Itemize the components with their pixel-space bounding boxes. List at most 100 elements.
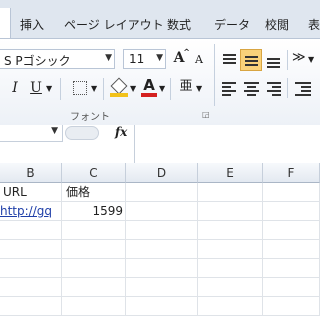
- chevron-down-icon[interactable]: ▼: [196, 84, 202, 93]
- cell-b2[interactable]: http://gq: [0, 202, 62, 221]
- chevron-down-icon[interactable]: ▼: [46, 84, 52, 93]
- dialog-launcher-icon[interactable]: ◲: [202, 110, 210, 119]
- phonetic-label: 亜: [179, 79, 193, 94]
- formula-controls: fx: [65, 125, 135, 142]
- fill-color-button[interactable]: [110, 77, 128, 98]
- cell-c2[interactable]: 1599: [62, 202, 126, 221]
- tab-view[interactable]: 表示: [308, 16, 320, 33]
- cell-e6[interactable]: [198, 278, 263, 297]
- insert-function-icon[interactable]: fx: [115, 125, 127, 139]
- cell-f5[interactable]: [263, 259, 320, 278]
- align-bottom-button[interactable]: [264, 50, 284, 70]
- font-color-button[interactable]: A: [141, 76, 157, 98]
- phonetic-guide-button[interactable]: 亜: [178, 77, 194, 99]
- cell-e3[interactable]: [198, 221, 263, 240]
- formula-input[interactable]: [134, 125, 320, 163]
- chevron-down-icon: ▼: [51, 126, 58, 136]
- paint-bucket-icon: [110, 77, 128, 95]
- italic-label: I: [12, 80, 18, 96]
- cell-d4[interactable]: [126, 240, 198, 259]
- font-group-label: フォント: [70, 112, 110, 123]
- cell-d2[interactable]: [126, 202, 198, 221]
- shrink-font-button[interactable]: A: [192, 50, 206, 70]
- chevron-down-icon: ▼: [105, 53, 112, 63]
- tab-review[interactable]: 校閲: [265, 16, 289, 33]
- font-size-dropdown[interactable]: 11 ▼: [123, 49, 166, 69]
- cell-b6[interactable]: [0, 278, 62, 297]
- cell-b1[interactable]: URL: [0, 183, 62, 202]
- chevron-down-icon[interactable]: ▼: [130, 84, 136, 93]
- worksheet-grid: B C D E F URL 価格 http://gq 1599: [0, 163, 320, 320]
- underline-button[interactable]: U: [28, 78, 44, 98]
- column-header-e[interactable]: E: [198, 163, 263, 183]
- align-center-button[interactable]: [242, 78, 262, 98]
- formula-splitter[interactable]: [65, 126, 99, 140]
- chevron-down-icon[interactable]: ▼: [91, 84, 97, 93]
- text-orientation-icon[interactable]: ≫: [292, 50, 306, 65]
- font-size-value: 11: [129, 52, 145, 66]
- cell-f7[interactable]: [263, 297, 320, 316]
- cell-f2[interactable]: [263, 202, 320, 221]
- cell-d5[interactable]: [126, 259, 198, 278]
- cell-f1[interactable]: [263, 183, 320, 202]
- font-color-letter: A: [143, 76, 155, 94]
- underline-label: U: [30, 80, 42, 96]
- chevron-down-icon: ▼: [156, 53, 163, 63]
- shrink-font-label: A: [195, 53, 203, 66]
- align-left-button[interactable]: [220, 78, 240, 98]
- cell-c7[interactable]: [62, 297, 126, 316]
- tab-home[interactable]: [0, 8, 11, 38]
- align-right-button[interactable]: [264, 78, 284, 98]
- column-header-b[interactable]: B: [0, 163, 62, 183]
- grow-font-button[interactable]: A ^: [170, 47, 190, 70]
- cell-c6[interactable]: [62, 278, 126, 297]
- chevron-down-icon[interactable]: ▼: [308, 55, 314, 64]
- tab-insert[interactable]: 挿入: [20, 16, 44, 33]
- cell-d7[interactable]: [126, 297, 198, 316]
- tab-page-layout[interactable]: ページ レイアウト: [64, 16, 164, 33]
- name-box[interactable]: ▼: [0, 125, 63, 142]
- cell-b5[interactable]: [0, 259, 62, 278]
- formula-bar: ▼ fx: [0, 125, 320, 164]
- cell-d1[interactable]: [126, 183, 198, 202]
- italic-button[interactable]: I: [8, 78, 22, 98]
- cell-f6[interactable]: [263, 278, 320, 297]
- decrease-indent-button[interactable]: [293, 78, 313, 98]
- cell-f3[interactable]: [263, 221, 320, 240]
- cell-b4[interactable]: [0, 240, 62, 259]
- cell-b7[interactable]: [0, 297, 62, 316]
- cell-e2[interactable]: [198, 202, 263, 221]
- chevron-down-icon[interactable]: ▼: [159, 84, 165, 93]
- cell-c1[interactable]: 価格: [62, 183, 126, 202]
- ribbon-tab-bar: 挿入 ページ レイアウト 数式 データ 校閲 表示: [0, 0, 320, 38]
- cell-c4[interactable]: [62, 240, 126, 259]
- column-header-f[interactable]: F: [263, 163, 320, 183]
- caret-up-icon: ^: [183, 47, 190, 57]
- column-header-d[interactable]: D: [126, 163, 198, 183]
- cell-e7[interactable]: [198, 297, 263, 316]
- cell-e4[interactable]: [198, 240, 263, 259]
- cell-d3[interactable]: [126, 221, 198, 240]
- align-top-button[interactable]: [220, 50, 240, 70]
- toolbar-divider: [287, 78, 288, 98]
- align-middle-button[interactable]: [240, 49, 262, 71]
- column-header-c[interactable]: C: [62, 163, 126, 183]
- toolbar-divider: [103, 78, 104, 100]
- toolbar-divider: [60, 78, 61, 100]
- cell-b3[interactable]: [0, 221, 62, 240]
- cell-e1[interactable]: [198, 183, 263, 202]
- cell-c5[interactable]: [62, 259, 126, 278]
- cell-f4[interactable]: [263, 240, 320, 259]
- borders-icon[interactable]: [73, 81, 87, 95]
- cell-d6[interactable]: [126, 278, 198, 297]
- toolbar-divider: [287, 50, 288, 70]
- tab-data[interactable]: データ: [214, 16, 250, 33]
- fill-color-swatch: [110, 93, 128, 97]
- font-color-swatch: [141, 93, 157, 97]
- group-divider: [214, 44, 215, 106]
- font-name-dropdown[interactable]: S Pゴシック ▼: [0, 49, 115, 69]
- tab-formulas[interactable]: 数式: [167, 16, 191, 33]
- cell-c3[interactable]: [62, 221, 126, 240]
- font-name-value: S Pゴシック: [4, 54, 71, 68]
- cell-e5[interactable]: [198, 259, 263, 278]
